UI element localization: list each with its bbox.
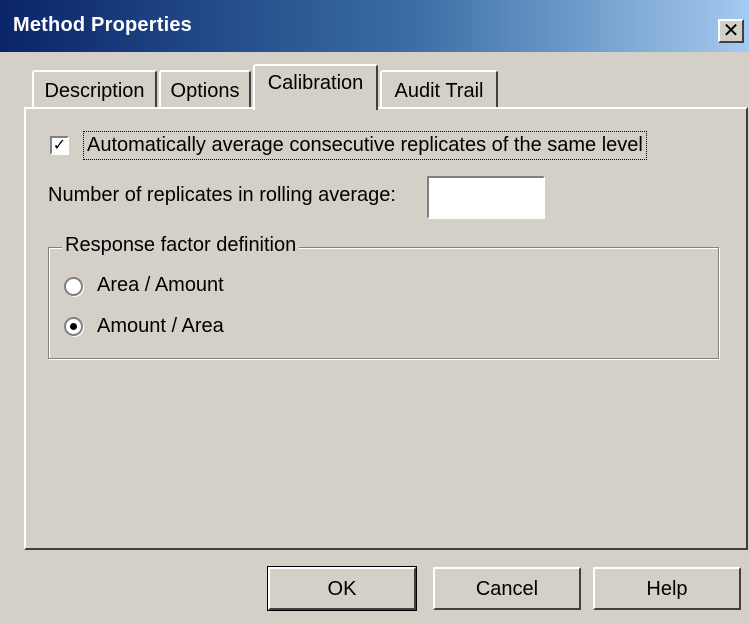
tab-options[interactable]: Options: [159, 70, 251, 108]
window-title: Method Properties: [13, 14, 192, 36]
response-factor-group-label: Response factor definition: [62, 234, 300, 257]
radio-area-amount[interactable]: [64, 277, 83, 296]
close-button[interactable]: ✕: [718, 19, 744, 43]
auto-average-checkbox[interactable]: ✓: [50, 136, 69, 155]
cancel-button[interactable]: Cancel: [433, 567, 581, 610]
response-factor-group: [48, 247, 719, 359]
radio-amount-area[interactable]: [64, 317, 83, 336]
tab-options-label: Options: [170, 80, 240, 102]
radio-area-amount-label[interactable]: Area / Amount: [97, 274, 224, 297]
auto-average-label[interactable]: Automatically average consecutive replic…: [83, 131, 647, 160]
tab-audit-trail-label: Audit Trail: [394, 80, 484, 102]
tab-description-label: Description: [44, 80, 145, 102]
radio-selected-dot: [70, 323, 77, 330]
close-icon: ✕: [722, 18, 740, 42]
tab-calibration-label: Calibration: [267, 72, 364, 94]
tab-description[interactable]: Description: [32, 70, 157, 108]
title-bar[interactable]: Method Properties ✕: [0, 0, 749, 52]
tab-audit-trail[interactable]: Audit Trail: [380, 70, 498, 108]
ok-button[interactable]: OK: [267, 566, 417, 611]
radio-amount-area-label[interactable]: Amount / Area: [97, 315, 224, 338]
check-icon: ✓: [52, 135, 67, 154]
replicates-label: Number of replicates in rolling average:: [48, 184, 396, 206]
tab-calibration[interactable]: Calibration: [253, 64, 378, 110]
replicates-input[interactable]: [427, 176, 545, 219]
help-button[interactable]: Help: [593, 567, 741, 610]
